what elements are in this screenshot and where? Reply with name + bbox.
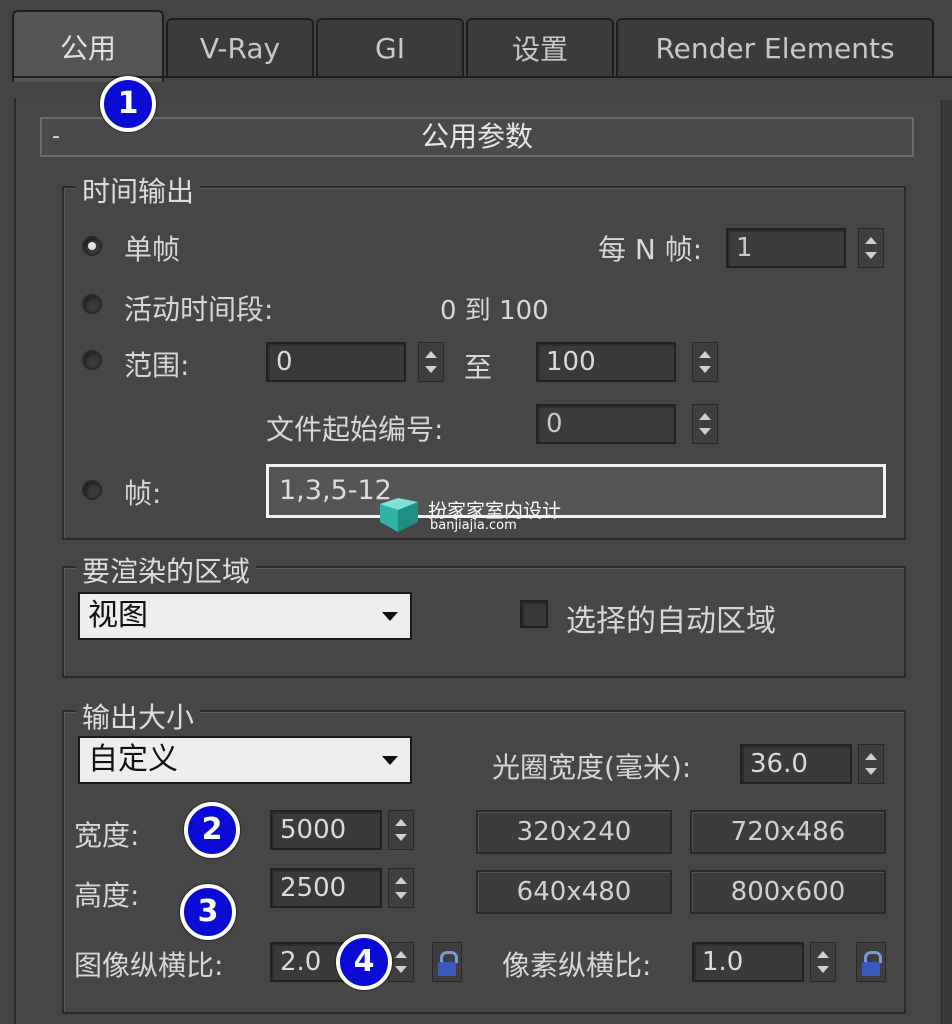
radio-frames[interactable] xyxy=(82,480,102,500)
output-size-dropdown[interactable]: 自定义 xyxy=(78,736,412,784)
range-from-spinner[interactable] xyxy=(418,342,444,382)
every-n-spinner[interactable] xyxy=(858,228,884,268)
frames-label: 帧: xyxy=(124,477,162,510)
tab-common[interactable]: 公用 xyxy=(12,10,164,82)
width-input[interactable]: 5000 xyxy=(270,810,382,850)
render-area-title: 要渲染的区域 xyxy=(76,550,257,590)
preset-640x480-button[interactable]: 640x480 xyxy=(476,870,672,914)
file-start-spinner[interactable] xyxy=(692,404,718,444)
every-n-input[interactable]: 1 xyxy=(726,228,846,268)
tab-baseline xyxy=(12,76,952,78)
width-spinner[interactable] xyxy=(388,810,414,850)
tab-gi[interactable]: GI xyxy=(316,18,464,76)
active-range-value: 0 到 100 xyxy=(440,296,549,326)
file-start-input[interactable]: 0 xyxy=(536,404,676,444)
radio-active-segment[interactable] xyxy=(82,294,102,314)
tab-settings[interactable]: 设置 xyxy=(466,18,614,76)
pixel-aspect-spinner[interactable] xyxy=(810,942,836,982)
pixel-aspect-label: 像素纵横比: xyxy=(502,949,652,982)
range-to-label: 至 xyxy=(464,351,493,384)
width-label: 宽度: xyxy=(74,819,140,852)
radio-single-frame[interactable] xyxy=(82,236,102,256)
frames-input[interactable]: 1,3,5-12 xyxy=(266,464,886,518)
chevron-down-icon xyxy=(382,756,398,765)
aperture-input[interactable]: 36.0 xyxy=(740,744,852,784)
output-size-title: 输出大小 xyxy=(76,696,201,736)
annotation-badge-3: 3 xyxy=(180,884,236,940)
aperture-label: 光圈宽度(毫米): xyxy=(492,751,692,784)
preset-800x600-button[interactable]: 800x600 xyxy=(690,870,886,914)
preset-320x240-button[interactable]: 320x240 xyxy=(476,810,672,854)
rollout-title: 公用参数 xyxy=(420,120,533,153)
active-segment-label: 活动时间段: xyxy=(124,293,274,326)
watermark-url: banjiajia.com xyxy=(430,518,517,533)
image-aspect-label: 图像纵横比: xyxy=(74,949,224,982)
range-to-spinner[interactable] xyxy=(692,342,718,382)
pixel-aspect-lock-icon[interactable] xyxy=(856,942,886,982)
single-frame-label: 单帧 xyxy=(124,233,181,266)
range-from-input[interactable]: 0 xyxy=(266,342,406,382)
panel-scrollbar[interactable] xyxy=(941,100,952,1024)
annotation-badge-1: 1 xyxy=(100,76,156,132)
time-output-title: 时间输出 xyxy=(76,170,201,210)
annotation-badge-4: 4 xyxy=(336,934,392,990)
chevron-down-icon xyxy=(382,612,398,621)
file-start-label: 文件起始编号: xyxy=(266,413,444,446)
watermark-logo-icon xyxy=(380,498,418,532)
annotation-badge-2: 2 xyxy=(184,802,240,858)
tab-vray[interactable]: V-Ray xyxy=(166,18,314,76)
height-spinner[interactable] xyxy=(388,868,414,908)
radio-range[interactable] xyxy=(82,350,102,370)
height-input[interactable]: 2500 xyxy=(270,868,382,908)
render-area-value: 视图 xyxy=(88,598,148,633)
rollout-common-params[interactable]: - 公用参数 xyxy=(40,117,914,157)
tab-render-elements[interactable]: Render Elements xyxy=(616,18,934,76)
render-area-dropdown[interactable]: 视图 xyxy=(78,592,412,640)
range-to-input[interactable]: 100 xyxy=(536,342,676,382)
pixel-aspect-input[interactable]: 1.0 xyxy=(692,942,804,982)
image-aspect-lock-icon[interactable] xyxy=(432,942,462,982)
every-n-label: 每 N 帧: xyxy=(598,233,703,266)
auto-region-label: 选择的自动区域 xyxy=(566,604,776,639)
output-size-value: 自定义 xyxy=(88,742,178,777)
auto-region-checkbox[interactable] xyxy=(520,600,548,628)
preset-720x486-button[interactable]: 720x486 xyxy=(690,810,886,854)
aperture-spinner[interactable] xyxy=(858,744,884,784)
range-label: 范围: xyxy=(124,349,190,382)
height-label: 高度: xyxy=(74,879,140,912)
